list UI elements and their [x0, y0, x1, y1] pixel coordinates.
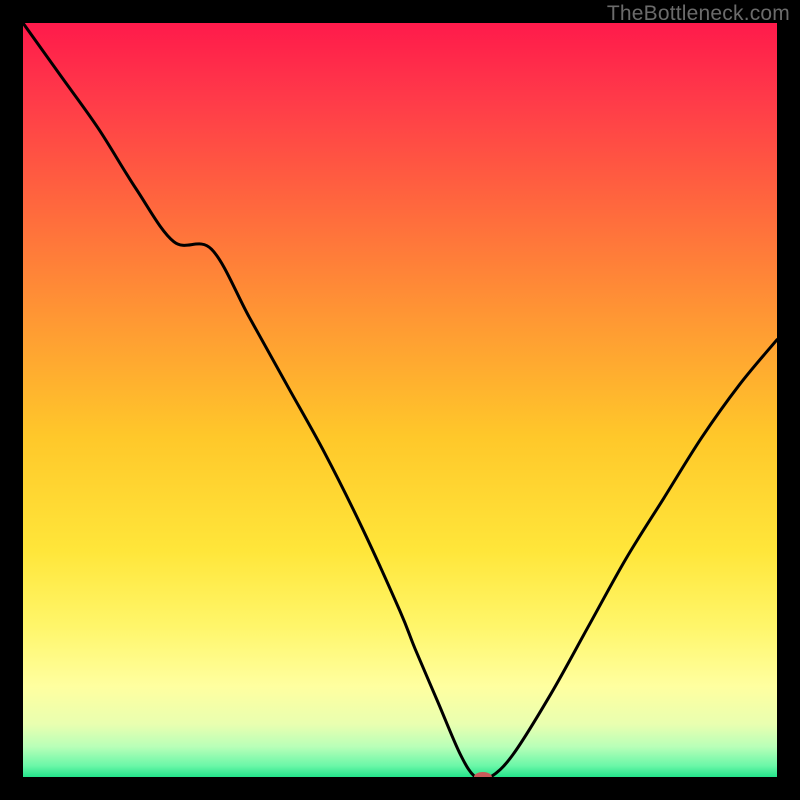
- gradient-background: [23, 23, 777, 777]
- chart-frame: TheBottleneck.com: [0, 0, 800, 800]
- plot-area: [23, 23, 777, 777]
- bottleneck-chart: [23, 23, 777, 777]
